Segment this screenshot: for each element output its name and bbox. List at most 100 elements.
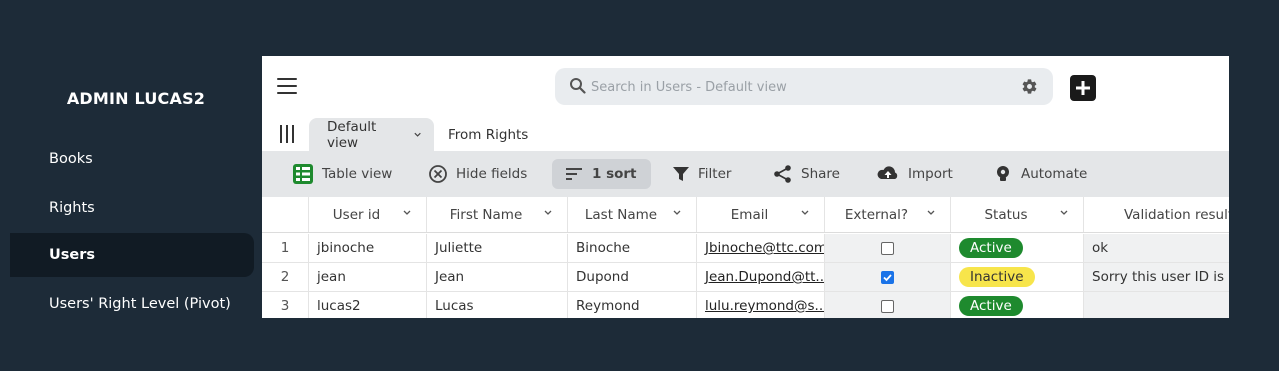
table-view-icon — [293, 164, 313, 184]
share-button[interactable]: Share — [765, 159, 848, 189]
tab-from-rights[interactable]: From Rights — [448, 118, 528, 151]
column-header-label: External? — [844, 206, 909, 223]
sidebar-item-users-right-level[interactable]: Users' Right Level (Pivot) — [10, 282, 254, 326]
chevron-down-icon — [673, 210, 681, 215]
hide-fields-label: Hide fields — [456, 166, 528, 182]
search-input[interactable] — [591, 76, 991, 98]
column-header-label: Email — [730, 206, 769, 223]
lightbulb-icon — [997, 166, 1009, 181]
cell-last-name[interactable]: Dupond — [568, 263, 697, 291]
cell-first-name[interactable]: Juliette — [427, 234, 568, 262]
external-checkbox[interactable] — [881, 270, 894, 284]
cell-first-name[interactable]: Jean — [427, 263, 568, 291]
cell-validation-result: ok — [1084, 234, 1229, 262]
filter-label: Filter — [698, 166, 732, 182]
sidebar-item-rights[interactable]: Rights — [10, 186, 254, 230]
cell-last-name[interactable]: Binoche — [568, 234, 697, 262]
chevron-down-icon — [1060, 210, 1068, 215]
chevron-down-icon — [927, 210, 935, 215]
chevron-down-icon — [544, 210, 552, 215]
chevron-down-icon — [801, 210, 809, 215]
cell-validation-result: Sorry this user ID is inva — [1084, 263, 1229, 291]
cell-external[interactable] — [825, 234, 951, 262]
cell-status[interactable]: Active — [951, 234, 1084, 262]
table-row[interactable]: 1 jbinoche Juliette Binoche Jbinoche@ttc… — [262, 234, 1229, 263]
tab-label: Default view — [327, 118, 377, 151]
table-row[interactable]: 2 jean Jean Dupond Jean.Dupond@tt... Ina… — [262, 263, 1229, 292]
cell-user-id[interactable]: jean — [309, 263, 427, 291]
sidebar-item-books[interactable]: Books — [10, 137, 254, 181]
cell-external[interactable] — [825, 263, 951, 291]
cell-first-name[interactable]: Lucas — [427, 292, 568, 318]
cell-user-id[interactable]: jbinoche — [309, 234, 427, 262]
column-header-label: First Name — [449, 206, 523, 223]
automate-button[interactable]: Automate — [985, 159, 1095, 189]
gear-icon[interactable] — [1021, 78, 1038, 95]
search-bar — [555, 68, 1053, 105]
checkmark-icon — [883, 273, 892, 281]
column-header-external[interactable]: External? — [825, 197, 951, 232]
tab-default-view[interactable]: Default view — [309, 118, 434, 151]
columns-icon[interactable] — [279, 123, 295, 145]
column-header-label: Status — [984, 206, 1028, 223]
table-row[interactable]: 3 lucas2 Lucas Reymond lulu.reymond@s...… — [262, 292, 1229, 318]
email-link[interactable]: lulu.reymond@s... — [705, 298, 824, 314]
row-number: 3 — [262, 292, 309, 318]
table-view-label: Table view — [322, 166, 393, 182]
row-number-header — [262, 197, 309, 232]
filter-icon — [673, 167, 689, 181]
sidebar-item-users[interactable]: Users — [10, 233, 254, 277]
column-header-status[interactable]: Status — [951, 197, 1084, 232]
column-header-user-id[interactable]: User id — [309, 197, 427, 232]
cloud-upload-icon — [877, 166, 898, 179]
status-badge: Active — [959, 238, 1023, 258]
sidebar: ADMIN LUCAS2 Books Rights Users Users' R… — [0, 0, 262, 371]
hide-fields-button[interactable]: Hide fields — [420, 159, 535, 189]
share-icon — [774, 165, 791, 183]
row-number: 1 — [262, 234, 309, 262]
view-tabs: Default view From Rights — [262, 118, 1229, 151]
sort-label: 1 sort — [592, 166, 637, 182]
column-header-label: Last Name — [584, 206, 658, 223]
cell-external[interactable] — [825, 292, 951, 318]
cell-email[interactable]: Jbinoche@ttc.com — [697, 234, 825, 262]
filter-button[interactable]: Filter — [664, 159, 739, 189]
cell-email[interactable]: Jean.Dupond@tt... — [697, 263, 825, 291]
email-link[interactable]: Jbinoche@ttc.com — [705, 240, 824, 256]
menu-icon[interactable] — [277, 78, 297, 94]
chevron-down-icon — [403, 210, 411, 215]
app-brand: ADMIN LUCAS2 — [66, 89, 206, 108]
cell-email[interactable]: lulu.reymond@s... — [697, 292, 825, 318]
column-header-first-name[interactable]: First Name — [427, 197, 568, 232]
topbar — [262, 56, 1229, 118]
cell-status[interactable]: Inactive — [951, 263, 1084, 291]
external-checkbox[interactable] — [881, 241, 894, 255]
add-button[interactable] — [1070, 75, 1096, 101]
sort-button[interactable]: 1 sort — [552, 159, 651, 189]
search-icon — [570, 78, 586, 94]
table-header: User id First Name Last Name Email Exter… — [262, 197, 1229, 233]
import-button[interactable]: Import — [868, 159, 961, 189]
column-header-email[interactable]: Email — [697, 197, 825, 232]
column-header-label: User id — [332, 206, 381, 223]
status-badge: Inactive — [959, 267, 1035, 287]
column-header-label: Validation result — [1124, 206, 1229, 223]
email-link[interactable]: Jean.Dupond@tt... — [705, 269, 824, 285]
automate-label: Automate — [1021, 166, 1088, 182]
main-panel: Default view From Rights Table view — [262, 56, 1229, 318]
sort-icon — [566, 168, 582, 180]
cell-status[interactable]: Active — [951, 292, 1084, 318]
cell-last-name[interactable]: Reymond — [568, 292, 697, 318]
table-view-button[interactable]: Table view — [284, 159, 400, 189]
hide-fields-icon — [429, 165, 447, 183]
plus-icon — [1076, 81, 1090, 95]
column-header-validation-result[interactable]: Validation result — [1084, 197, 1229, 232]
cell-user-id[interactable]: lucas2 — [309, 292, 427, 318]
chevron-down-icon — [414, 132, 421, 137]
external-checkbox[interactable] — [881, 299, 894, 313]
cell-validation-result — [1084, 292, 1229, 318]
column-header-last-name[interactable]: Last Name — [568, 197, 697, 232]
toolbar: Table view Hide fields 1 sort Filter Sha… — [262, 151, 1229, 197]
row-number: 2 — [262, 263, 309, 291]
status-badge: Active — [959, 296, 1023, 316]
